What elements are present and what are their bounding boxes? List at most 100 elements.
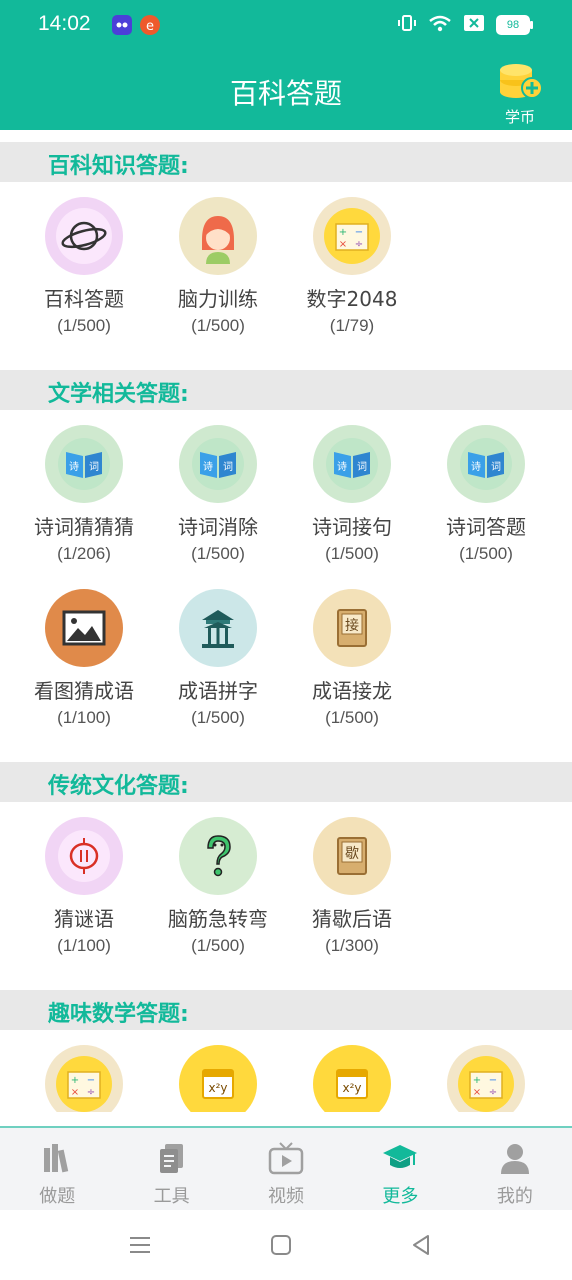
nav-label: 我的 bbox=[496, 1186, 533, 1207]
quiz-name: 猜歇后语 bbox=[312, 907, 392, 931]
book-char: 词 bbox=[89, 461, 99, 473]
app-header: 14:02 e 98 百科答题 学币 bbox=[0, 0, 572, 130]
vibrate-icon bbox=[398, 14, 416, 36]
svg-text:x²y: x²y bbox=[208, 1081, 227, 1095]
section-header-literature: 文学相关答题: bbox=[0, 370, 572, 410]
quiz-item-math-3[interactable]: x²y bbox=[285, 1045, 419, 1112]
quiz-item-math-2[interactable]: x²y bbox=[151, 1045, 285, 1112]
quiz-name: 成语接龙 bbox=[312, 679, 392, 703]
books-icon bbox=[0, 1140, 114, 1176]
nav-item-tools[interactable]: 工具 bbox=[114, 1128, 228, 1212]
svg-text:×: × bbox=[339, 239, 347, 250]
quiz-progress: (1/100) bbox=[57, 936, 111, 955]
nav-item-more[interactable]: 更多 bbox=[343, 1128, 457, 1212]
quiz-item-poem-guess[interactable]: 诗词 诗词猜猜猜 (1/206) bbox=[17, 425, 151, 564]
quiz-progress: (1/500) bbox=[325, 544, 379, 563]
notification-browser-icon: e bbox=[140, 15, 160, 35]
notification-app-icon bbox=[112, 15, 132, 35]
math-board-icon: + − × ÷ bbox=[313, 197, 391, 275]
quiz-item-math-1[interactable]: + − × ÷ bbox=[17, 1045, 151, 1112]
quiz-item-number-2048[interactable]: + − × ÷ 数字2048 (1/79) bbox=[285, 197, 419, 336]
bottom-navigation: 做题 工具 视频 更多 我的 bbox=[0, 1126, 572, 1212]
calendar-formula-icon: x²y bbox=[313, 1045, 391, 1112]
svg-text:e: e bbox=[146, 19, 154, 34]
svg-text:+: + bbox=[473, 1075, 481, 1086]
coin-button[interactable]: 学币 bbox=[492, 58, 548, 126]
coin-label: 学币 bbox=[504, 108, 535, 126]
quiz-item-brain-training[interactable]: 脑力训练 (1/500) bbox=[151, 197, 285, 336]
svg-text:+: + bbox=[339, 227, 347, 238]
question-mark-icon bbox=[179, 817, 257, 895]
svg-text:×: × bbox=[71, 1087, 79, 1098]
quiz-item-riddles[interactable]: 猜谜语 (1/100) bbox=[17, 817, 151, 956]
nav-item-practice[interactable]: 做题 bbox=[0, 1128, 114, 1212]
quiz-name: 成语拼字 bbox=[178, 679, 258, 703]
quiz-categories: 百科知识答题: 百科答题 (1/500) 脑力训练 (1/500) + − × ÷ 数… bbox=[0, 130, 572, 1112]
page-title: 百科答题 bbox=[229, 77, 342, 110]
book-char: 诗 bbox=[203, 460, 213, 473]
svg-text:÷: ÷ bbox=[355, 239, 363, 250]
user-icon bbox=[458, 1140, 572, 1176]
quiz-item-idiom-spell[interactable]: 成语拼字 (1/500) bbox=[151, 589, 285, 728]
quiz-name: 诗词消除 bbox=[178, 515, 258, 539]
quiz-progress: (1/500) bbox=[191, 544, 245, 563]
nav-item-mine[interactable]: 我的 bbox=[458, 1128, 572, 1212]
quiz-item-poem-continue[interactable]: 诗词 诗词接句 (1/500) bbox=[285, 425, 419, 564]
book-char: 歇 bbox=[345, 846, 359, 862]
nav-label: 视频 bbox=[268, 1186, 305, 1207]
section-header-math: 趣味数学答题: bbox=[0, 990, 572, 1030]
home-icon[interactable] bbox=[266, 1230, 296, 1260]
quiz-progress: (1/500) bbox=[191, 316, 245, 335]
quiz-progress: (1/100) bbox=[57, 708, 111, 727]
book-char: 诗 bbox=[69, 460, 79, 473]
section-header-encyclopedia: 百科知识答题: bbox=[0, 142, 572, 182]
book-xie-icon: 歇 bbox=[313, 817, 391, 895]
quiz-item-picture-idiom[interactable]: 看图猜成语 (1/100) bbox=[17, 589, 151, 728]
quiz-item-xiehouyu[interactable]: 歇 猜歇后语 (1/300) bbox=[285, 817, 419, 956]
book-char: 接 bbox=[345, 617, 359, 634]
book-char: 词 bbox=[491, 461, 501, 473]
quiz-progress: (1/500) bbox=[459, 544, 513, 563]
section-header-culture: 传统文化答题: bbox=[0, 762, 572, 802]
svg-text:−: − bbox=[87, 1075, 95, 1086]
svg-text:−: − bbox=[489, 1075, 497, 1086]
quiz-progress: (1/500) bbox=[57, 316, 111, 335]
quiz-name: 猜谜语 bbox=[54, 907, 114, 931]
quiz-name: 诗词猜猜猜 bbox=[34, 515, 134, 539]
tv-play-icon bbox=[229, 1140, 343, 1176]
section-title: 百科知识答题: bbox=[48, 154, 189, 179]
book-char: 诗 bbox=[337, 460, 347, 473]
status-time: 14:02 bbox=[38, 12, 91, 35]
book-char: 诗 bbox=[471, 460, 481, 473]
quiz-name: 脑力训练 bbox=[178, 287, 258, 311]
svg-text:−: − bbox=[355, 227, 363, 238]
quiz-item-idiom-chain[interactable]: 接 成语接龙 (1/500) bbox=[285, 589, 419, 728]
book-char: 词 bbox=[357, 461, 367, 473]
quiz-item-brain-teaser[interactable]: 脑筋急转弯 (1/500) bbox=[151, 817, 285, 956]
system-navigation-bar bbox=[0, 1210, 572, 1280]
pavilion-icon bbox=[179, 589, 257, 667]
back-icon[interactable] bbox=[406, 1230, 436, 1260]
quiz-item-encyclopedia[interactable]: 百科答题 (1/500) bbox=[17, 197, 151, 336]
section-title: 趣味数学答题: bbox=[48, 1002, 189, 1027]
quiz-name: 看图猜成语 bbox=[34, 679, 134, 703]
nav-item-video[interactable]: 视频 bbox=[229, 1128, 343, 1212]
svg-text:x²y: x²y bbox=[342, 1081, 361, 1095]
math-board-icon: + − × ÷ bbox=[45, 1045, 123, 1112]
quiz-item-poem-quiz[interactable]: 诗词 诗词答题 (1/500) bbox=[419, 425, 553, 564]
graduation-cap-icon bbox=[343, 1140, 457, 1176]
nav-label: 做题 bbox=[39, 1186, 76, 1207]
menu-icon[interactable] bbox=[125, 1230, 155, 1260]
book-jie-icon: 接 bbox=[313, 589, 391, 667]
girl-avatar-icon bbox=[179, 197, 257, 275]
poetry-book-icon: 诗词 bbox=[313, 425, 391, 503]
svg-text:÷: ÷ bbox=[489, 1087, 497, 1098]
book-char: 词 bbox=[223, 461, 233, 473]
svg-text:×: × bbox=[473, 1087, 481, 1098]
battery-indicator: 98 bbox=[496, 15, 533, 35]
quiz-item-math-4[interactable]: + − × ÷ bbox=[419, 1045, 553, 1112]
svg-text:÷: ÷ bbox=[87, 1087, 95, 1098]
quiz-name: 诗词接句 bbox=[312, 515, 392, 539]
math-board-icon: + − × ÷ bbox=[447, 1045, 525, 1112]
quiz-item-poem-eliminate[interactable]: 诗词 诗词消除 (1/500) bbox=[151, 425, 285, 564]
